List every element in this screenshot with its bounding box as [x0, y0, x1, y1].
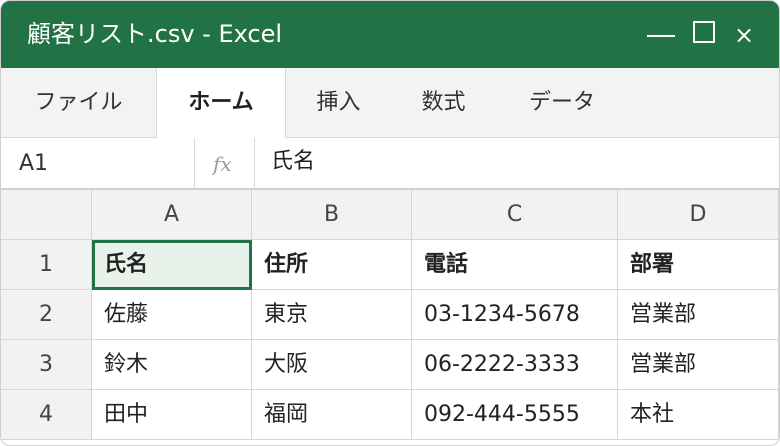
tab-file[interactable]: ファイル — [1, 68, 156, 138]
excel-window: 顧客リスト.csv - Excel × ファイル ホーム 挿入 数式 データ A… — [0, 0, 780, 446]
cell-b1[interactable]: 住所 — [252, 240, 412, 290]
divider — [194, 138, 195, 188]
minimize-icon[interactable] — [647, 35, 675, 37]
cell-c3[interactable]: 06-2222-3333 — [412, 340, 618, 390]
close-icon[interactable]: × — [734, 23, 754, 47]
row-header-2[interactable]: 2 — [1, 290, 92, 340]
cell-c1[interactable]: 電話 — [412, 240, 618, 290]
row-header-1[interactable]: 1 — [1, 240, 92, 290]
formula-bar: A1 fx 氏名 — [1, 138, 779, 190]
cell-c4[interactable]: 092-444-5555 — [412, 390, 618, 440]
cell-c2[interactable]: 03-1234-5678 — [412, 290, 618, 340]
cell-a3[interactable]: 鈴木 — [92, 340, 252, 390]
spreadsheet-grid: A B C D 1 氏名 住所 電話 部署 2 佐藤 東京 03-1234-56… — [1, 190, 779, 445]
tab-insert[interactable]: 挿入 — [286, 68, 391, 138]
tab-data[interactable]: データ — [496, 68, 628, 138]
tab-home[interactable]: ホーム — [156, 68, 286, 139]
cell-d3[interactable]: 営業部 — [618, 340, 779, 390]
row-header-3[interactable]: 3 — [1, 340, 92, 390]
cell-d1[interactable]: 部署 — [618, 240, 779, 290]
select-all-corner[interactable] — [1, 190, 92, 240]
cell-a2[interactable]: 佐藤 — [92, 290, 252, 340]
title-bar: 顧客リスト.csv - Excel × — [1, 1, 779, 68]
name-box[interactable]: A1 — [19, 138, 48, 190]
cell-b2[interactable]: 東京 — [252, 290, 412, 340]
cell-d2[interactable]: 営業部 — [618, 290, 779, 340]
cell-a4[interactable]: 田中 — [92, 390, 252, 440]
column-header-d[interactable]: D — [618, 190, 779, 240]
column-header-c[interactable]: C — [412, 190, 618, 240]
cell-b3[interactable]: 大阪 — [252, 340, 412, 390]
divider — [254, 138, 255, 188]
column-header-a[interactable]: A — [92, 190, 252, 240]
formula-input[interactable]: 氏名 — [271, 138, 315, 186]
ribbon-tabs: ファイル ホーム 挿入 数式 データ — [1, 68, 779, 139]
fx-icon[interactable]: fx — [213, 138, 232, 190]
window-title: 顧客リスト.csv - Excel — [27, 20, 283, 48]
column-header-b[interactable]: B — [252, 190, 412, 240]
row-header-4[interactable]: 4 — [1, 390, 92, 440]
maximize-icon[interactable] — [693, 21, 715, 43]
cell-d4[interactable]: 本社 — [618, 390, 779, 440]
tab-formulas[interactable]: 数式 — [391, 68, 496, 138]
cell-b4[interactable]: 福岡 — [252, 390, 412, 440]
cell-a1[interactable]: 氏名 — [92, 240, 252, 290]
